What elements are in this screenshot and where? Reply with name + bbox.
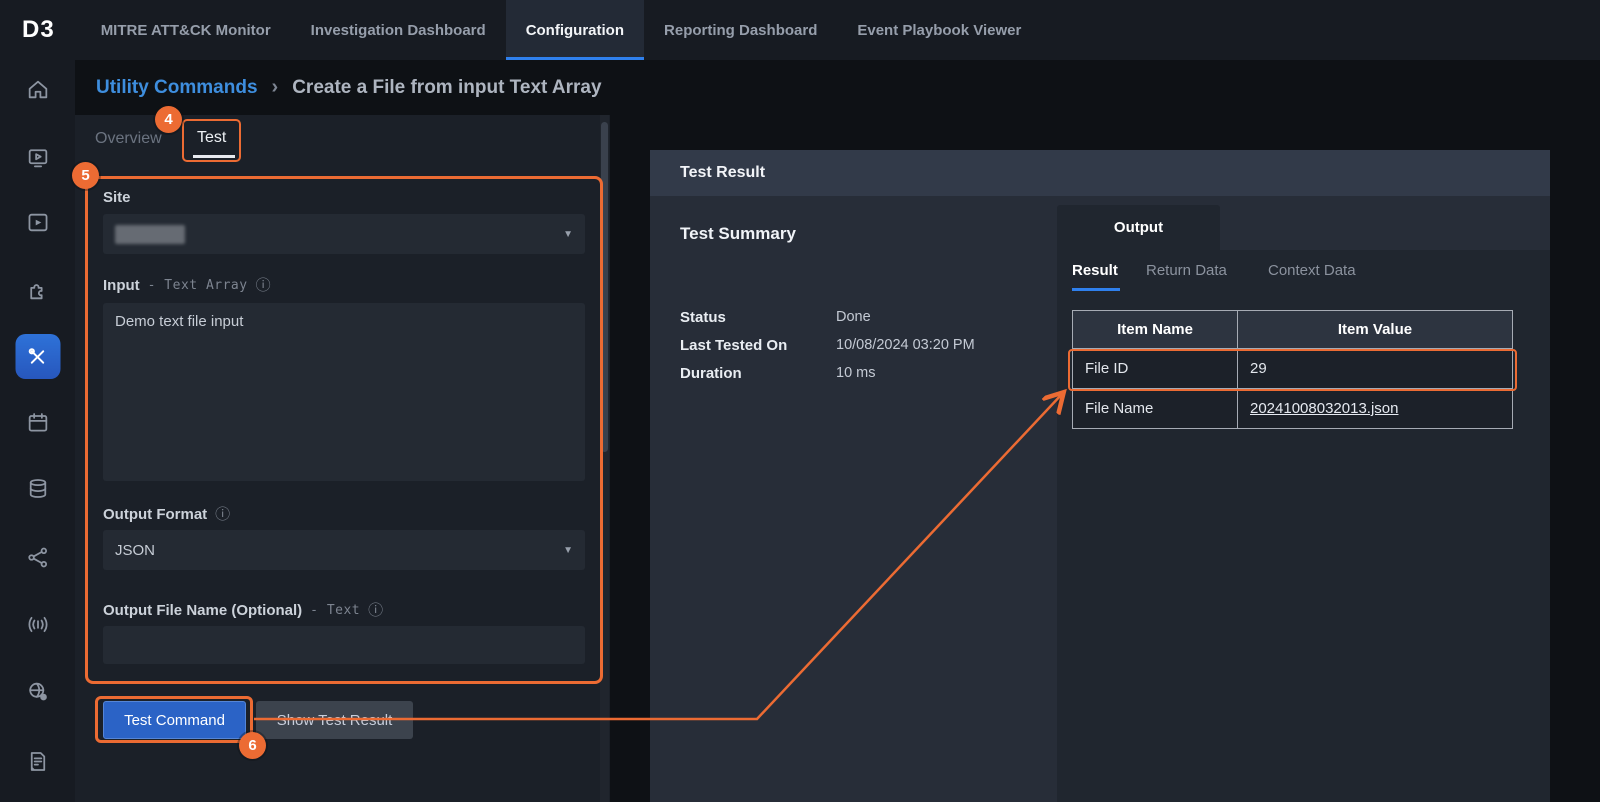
input-type-hint: - Text Array	[148, 278, 248, 293]
site-label-row: Site	[103, 189, 131, 206]
test-summary-title: Test Summary	[680, 224, 796, 244]
status-value: Done	[836, 309, 871, 325]
globe-user-icon	[25, 679, 50, 704]
output-format-label: Output Format	[103, 506, 207, 523]
link-analysis-icon	[25, 545, 50, 570]
info-icon[interactable]: ⓘ	[368, 603, 383, 618]
sidebar-item-globe-user[interactable]	[15, 669, 60, 714]
input-textarea[interactable]: Demo text file input	[103, 303, 585, 481]
sidebar-item-integrations[interactable]	[15, 268, 60, 313]
sidebar	[0, 60, 75, 802]
breadcrumb: Utility Commands › Create a File from in…	[0, 60, 1600, 115]
top-nav: D3 MITRE ATT&CK Monitor Investigation Da…	[0, 0, 1600, 60]
file-id-name-cell: File ID	[1073, 349, 1238, 389]
site-value-redacted	[115, 225, 185, 244]
integrations-icon	[25, 278, 50, 303]
info-icon[interactable]: ⓘ	[256, 278, 271, 293]
chevron-right-icon: ›	[272, 76, 279, 99]
utility-commands-icon	[26, 345, 50, 369]
sidebar-item-schedule[interactable]	[15, 400, 60, 445]
site-select[interactable]: ▼	[103, 214, 585, 254]
status-label: Status	[680, 309, 726, 326]
sidebar-item-event-monitor[interactable]	[15, 135, 60, 180]
output-format-label-row: Output Format ⓘ	[103, 506, 230, 523]
input-label: Input	[103, 277, 140, 294]
scrollbar-thumb[interactable]	[601, 122, 608, 452]
sidebar-item-link-analysis[interactable]	[15, 535, 60, 580]
tab-output[interactable]: Output	[1057, 205, 1220, 250]
duration-label: Duration	[680, 365, 742, 382]
output-file-name-label: Output File Name (Optional)	[103, 602, 302, 619]
nav-item-investigation-dashboard[interactable]: Investigation Dashboard	[291, 0, 506, 60]
subtab-context-data[interactable]: Context Data	[1268, 262, 1356, 279]
result-table: Item Name Item Value File ID 29 File Nam…	[1072, 310, 1513, 429]
sidebar-item-database[interactable]	[15, 466, 60, 511]
home-icon	[25, 77, 50, 102]
schedule-icon	[25, 410, 50, 435]
chevron-down-icon: ▼	[563, 229, 573, 240]
input-label-row: Input - Text Array ⓘ	[103, 277, 271, 294]
page-title: Create a File from input Text Array	[292, 77, 601, 99]
annotation-badge-4: 4	[155, 106, 182, 133]
site-label: Site	[103, 189, 131, 206]
test-tab-underline	[193, 155, 235, 158]
report-icon	[25, 749, 50, 774]
last-tested-label: Last Tested On	[680, 337, 787, 354]
column-header-item-value: Item Value	[1238, 311, 1513, 349]
nav-item-mitre-attack-monitor[interactable]: MITRE ATT&CK Monitor	[81, 0, 291, 60]
nav-item-configuration[interactable]: Configuration	[506, 0, 644, 60]
nav-item-event-playbook-viewer[interactable]: Event Playbook Viewer	[837, 0, 1041, 60]
output-format-value: JSON	[115, 542, 155, 559]
show-test-result-button[interactable]: Show Test Result	[256, 701, 413, 739]
sidebar-item-playbook-video[interactable]	[15, 200, 60, 245]
nav-item-reporting-dashboard[interactable]: Reporting Dashboard	[644, 0, 837, 60]
duration-value: 10 ms	[836, 365, 876, 381]
output-file-name-input[interactable]	[103, 626, 585, 664]
test-result-title: Test Result	[680, 164, 765, 182]
result-subtab-underline	[1072, 288, 1120, 291]
event-monitor-icon	[25, 145, 50, 170]
sidebar-item-home[interactable]	[15, 67, 60, 112]
file-name-link[interactable]: 20241008032013.json	[1250, 400, 1398, 417]
column-header-item-name: Item Name	[1073, 311, 1238, 349]
database-icon	[25, 476, 50, 501]
d3-logo[interactable]: D3	[22, 0, 55, 60]
breadcrumb-parent-link[interactable]: Utility Commands	[96, 77, 258, 99]
sidebar-item-report[interactable]	[15, 739, 60, 784]
output-file-label-row: Output File Name (Optional) - Text ⓘ	[103, 602, 383, 619]
file-id-value-cell: 29	[1238, 349, 1513, 389]
annotation-badge-5: 5	[72, 162, 99, 189]
signal-icon	[25, 612, 50, 637]
chevron-down-icon: ▼	[563, 545, 573, 556]
test-result-header: Test Result	[650, 150, 1550, 196]
subtab-return-data[interactable]: Return Data	[1146, 262, 1227, 279]
table-row: File ID 29	[1073, 349, 1513, 389]
sidebar-item-utility-commands[interactable]	[15, 334, 60, 379]
playbook-video-icon	[25, 210, 50, 235]
subtab-result[interactable]: Result	[1072, 262, 1118, 279]
output-format-select[interactable]: JSON ▼	[103, 530, 585, 570]
tab-test[interactable]: Test	[197, 129, 226, 147]
table-row: File Name 20241008032013.json	[1073, 389, 1513, 429]
app-root: D3 MITRE ATT&CK Monitor Investigation Da…	[0, 0, 1600, 802]
last-tested-value: 10/08/2024 03:20 PM	[836, 337, 975, 353]
info-icon[interactable]: ⓘ	[215, 507, 230, 522]
tab-overview[interactable]: Overview	[95, 130, 162, 148]
sidebar-item-signal[interactable]	[15, 602, 60, 647]
output-file-type-hint: - Text	[310, 603, 360, 618]
file-name-value-cell: 20241008032013.json	[1238, 389, 1513, 429]
test-command-button[interactable]: Test Command	[103, 701, 246, 739]
table-header-row: Item Name Item Value	[1073, 311, 1513, 349]
annotation-badge-6: 6	[239, 732, 266, 759]
file-name-name-cell: File Name	[1073, 389, 1238, 429]
